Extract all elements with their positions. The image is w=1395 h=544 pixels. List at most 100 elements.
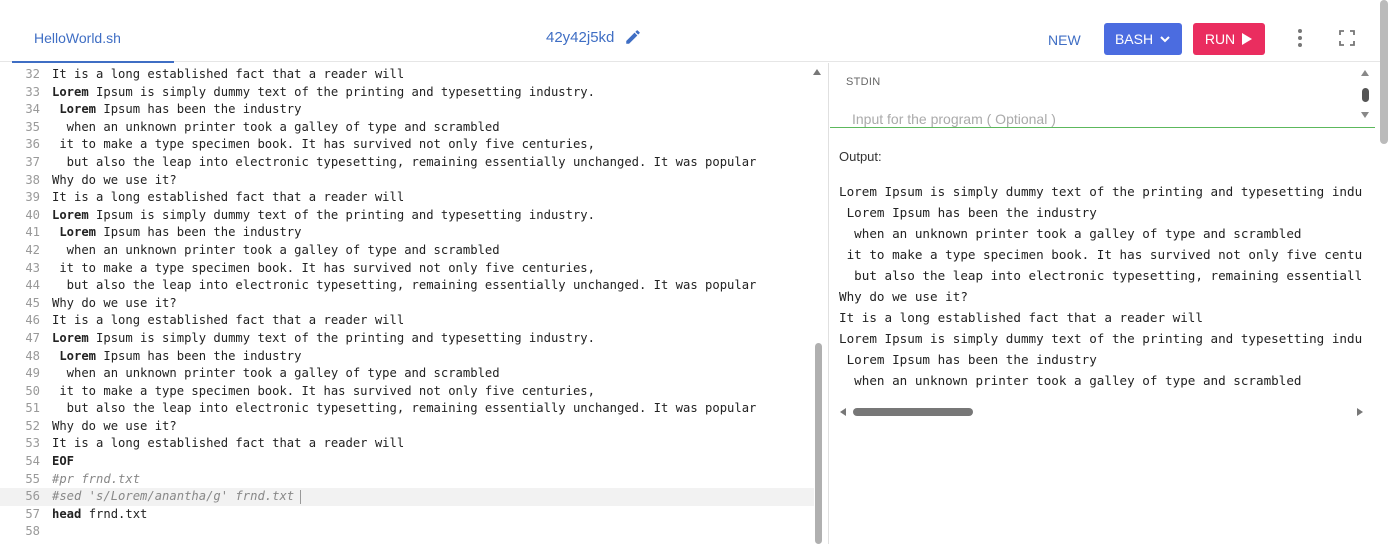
code-text: when an unknown printer took a galley of… <box>52 119 500 137</box>
code-content: Why do we use it? <box>52 295 177 310</box>
line-number: 46 <box>25 313 40 328</box>
code-lines[interactable]: 32 It is a long established fact that a r… <box>0 66 814 541</box>
code-text: Lorem Ipsum has been the industry <box>52 348 301 366</box>
code-line[interactable]: 55 #pr frnd.txt <box>0 471 814 489</box>
output-scroll-right-arrow[interactable] <box>1357 408 1363 416</box>
code-keyword: Lorem <box>52 207 89 222</box>
new-button[interactable]: NEW <box>1048 32 1081 48</box>
stdin-scroll-down-arrow[interactable] <box>1361 112 1369 118</box>
code-content: when an unknown printer took a galley of… <box>52 119 500 134</box>
editor-scroll-up-arrow[interactable] <box>813 69 821 75</box>
output-label: Output: <box>839 149 882 164</box>
code-line[interactable]: 39 It is a long established fact that a r… <box>0 189 814 207</box>
code-text: Lorem Ipsum has been the industry <box>52 101 301 119</box>
line-number: 53 <box>25 436 40 451</box>
code-line[interactable]: 57 head frnd.txt <box>0 506 814 524</box>
code-text: it to make a type specimen book. It has … <box>52 383 595 401</box>
line-number: 54 <box>25 454 40 469</box>
code-line[interactable]: 49 when an unknown printer took a galley… <box>0 365 814 383</box>
code-line[interactable]: 54 EOF <box>0 453 814 471</box>
code-content: It is a long established fact that a rea… <box>52 436 405 451</box>
code-line[interactable]: 33 Lorem Ipsum is simply dummy text of th… <box>0 84 814 102</box>
output-panel: Lorem Ipsum is simply dummy text of the … <box>839 181 1369 395</box>
code-line[interactable]: 38 Why do we use it? <box>0 172 814 190</box>
code-text: when an unknown printer took a galley of… <box>52 242 500 260</box>
line-number: 43 <box>25 260 40 275</box>
kebab-icon[interactable] <box>1290 27 1310 49</box>
code-line[interactable]: 44 but also the leap into electronic typ… <box>0 277 814 295</box>
code-line[interactable]: 37 but also the leap into electronic typ… <box>0 154 814 172</box>
code-line[interactable]: 35 when an unknown printer took a galley… <box>0 119 814 137</box>
code-content: it to make a type specimen book. It has … <box>52 260 595 275</box>
pencil-icon[interactable] <box>624 28 642 46</box>
code-line[interactable]: 42 when an unknown printer took a galley… <box>0 242 814 260</box>
code-line[interactable]: 45 Why do we use it? <box>0 295 814 313</box>
code-line[interactable]: 53 It is a long established fact that a r… <box>0 435 814 453</box>
chevron-down-icon <box>1160 36 1170 43</box>
code-content: Why do we use it? <box>52 172 177 187</box>
code-keyword: Lorem <box>52 84 89 99</box>
code-line[interactable]: 47 Lorem Ipsum is simply dummy text of th… <box>0 330 814 348</box>
run-label: RUN <box>1204 31 1236 47</box>
run-button[interactable]: RUN <box>1193 23 1265 55</box>
output-line: Lorem Ipsum is simply dummy text of the … <box>839 184 1363 199</box>
code-line[interactable]: 34 Lorem Ipsum has been the industry <box>0 101 814 119</box>
code-text: but also the leap into electronic typese… <box>52 154 757 172</box>
code-text: Lorem Ipsum is simply dummy text of the … <box>52 84 595 102</box>
line-number: 56 <box>25 489 40 504</box>
stdin-scrollbar-thumb[interactable] <box>1362 88 1369 102</box>
code-line[interactable]: 41 Lorem Ipsum has been the industry <box>0 224 814 242</box>
code-line[interactable]: 58 <box>0 523 814 541</box>
code-content: but also the leap into electronic typese… <box>52 278 757 293</box>
code-line[interactable]: 43 it to make a type specimen book. It h… <box>0 260 814 278</box>
code-line[interactable]: 48 Lorem Ipsum has been the industry <box>0 348 814 366</box>
page-scrollbar-thumb[interactable] <box>1380 0 1388 144</box>
stdin-scroll-up-arrow[interactable] <box>1361 70 1369 76</box>
line-number: 38 <box>25 172 40 187</box>
line-number: 40 <box>25 207 40 222</box>
code-keyword: Lorem <box>52 330 89 345</box>
code-content: It is a long established fact that a rea… <box>52 313 405 328</box>
output-line: It is a long established fact that a rea… <box>839 310 1203 325</box>
code-line[interactable]: 40 Lorem Ipsum is simply dummy text of th… <box>0 207 814 225</box>
code-line[interactable]: 50 it to make a type specimen book. It h… <box>0 383 814 401</box>
language-select-button[interactable]: BASH <box>1104 23 1182 55</box>
code-text: Why do we use it? <box>52 172 177 190</box>
file-tab-helloworld[interactable]: HelloWorld.sh <box>34 30 121 46</box>
project-title[interactable]: 42y42j5kd <box>546 28 642 46</box>
code-keyword: Lorem <box>52 348 97 363</box>
code-content: Ipsum is simply dummy text of the printi… <box>88 330 595 345</box>
code-content: Ipsum is simply dummy text of the printi… <box>88 207 595 222</box>
code-line[interactable]: 36 it to make a type specimen book. It h… <box>0 136 814 154</box>
output-line: Lorem Ipsum is simply dummy text of the … <box>839 331 1363 346</box>
stdin-input[interactable] <box>852 109 1332 129</box>
output-scroll-left-arrow[interactable] <box>840 408 846 416</box>
editor-scrollbar-thumb[interactable] <box>815 343 822 544</box>
output-line: it to make a type specimen book. It has … <box>839 247 1363 262</box>
line-number: 32 <box>25 67 40 81</box>
line-number: 44 <box>25 278 40 293</box>
output-line: Why do we use it? <box>839 289 968 304</box>
output-line: Lorem Ipsum has been the industry <box>839 205 1097 220</box>
code-content: #sed 's/Lorem/anantha/g' frnd.txt <box>52 489 295 504</box>
fullscreen-icon[interactable] <box>1338 29 1356 47</box>
code-line[interactable]: 52 Why do we use it? <box>0 418 814 436</box>
code-editor[interactable]: 32 It is a long established fact that a r… <box>0 63 828 544</box>
code-content: Ipsum has been the industry <box>96 225 302 240</box>
code-content: It is a long established fact that a rea… <box>52 190 405 205</box>
code-content: Ipsum has been the industry <box>96 102 302 117</box>
line-number: 41 <box>25 225 40 240</box>
code-line[interactable]: 32 It is a long established fact that a r… <box>0 66 814 84</box>
output-horizontal-scrollbar-thumb[interactable] <box>853 408 973 416</box>
code-text: It is a long established fact that a rea… <box>52 312 404 330</box>
line-number: 57 <box>25 506 40 521</box>
code-text: #pr frnd.txt <box>52 471 140 489</box>
code-line[interactable]: 51 but also the leap into electronic typ… <box>0 400 814 418</box>
code-line[interactable]: 56 #sed 's/Lorem/anantha/g' frnd.txt <box>0 488 814 506</box>
code-line[interactable]: 46 It is a long established fact that a r… <box>0 312 814 330</box>
code-text: Lorem Ipsum is simply dummy text of the … <box>52 207 595 225</box>
code-text: Lorem Ipsum has been the industry <box>52 224 301 242</box>
code-text: but also the leap into electronic typese… <box>52 400 757 418</box>
panel-divider[interactable] <box>828 63 829 544</box>
line-number: 55 <box>25 471 40 486</box>
